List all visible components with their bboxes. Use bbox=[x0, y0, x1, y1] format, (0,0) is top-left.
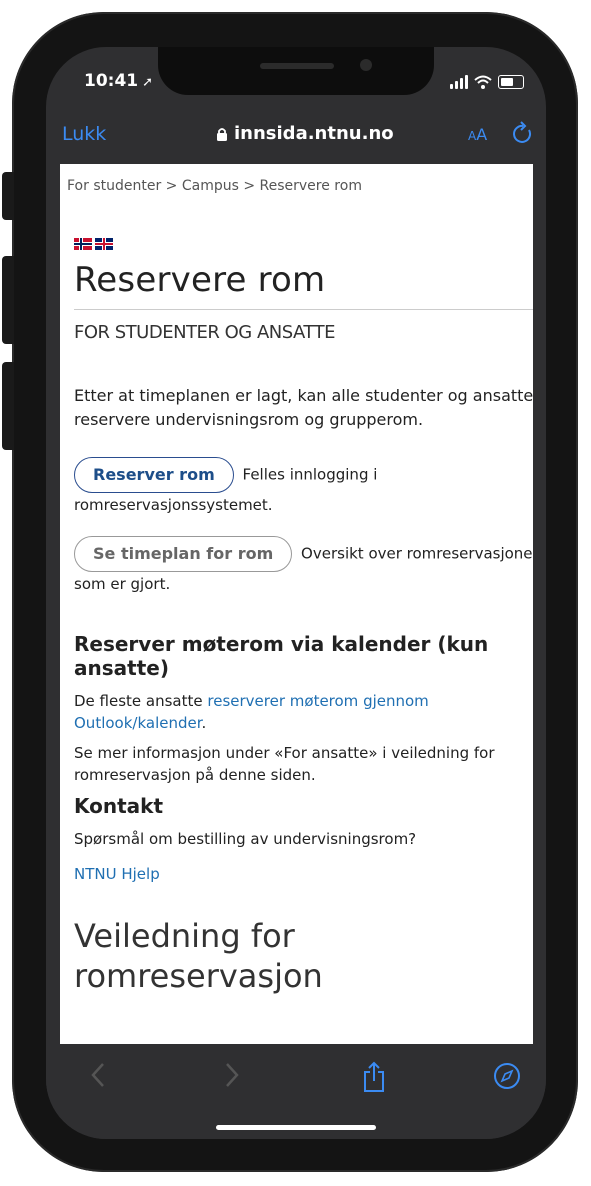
norwegian-flag-icon[interactable] bbox=[74, 238, 92, 250]
cellular-signal-icon bbox=[450, 75, 468, 89]
url-text: innsida.ntnu.no bbox=[234, 123, 394, 144]
address-bar[interactable]: innsida.ntnu.no bbox=[216, 123, 394, 144]
view-schedule-button[interactable]: Se timeplan for rom bbox=[74, 536, 293, 572]
title-divider bbox=[74, 309, 533, 310]
compass-icon[interactable] bbox=[492, 1061, 522, 1091]
lock-icon bbox=[217, 127, 227, 141]
schedule-row: Se timeplan for rom Oversikt over romres… bbox=[74, 536, 533, 596]
browser-bottom-bar bbox=[46, 1047, 546, 1139]
ntnu-help-link[interactable]: NTNU Hjelp bbox=[74, 863, 533, 885]
volume-up-button bbox=[2, 256, 14, 344]
language-switch[interactable] bbox=[74, 238, 113, 250]
browser-toolbar: Lukk innsida.ntnu.no AA bbox=[46, 109, 546, 161]
volume-down-button bbox=[2, 362, 14, 450]
uk-flag-icon[interactable] bbox=[95, 238, 113, 250]
page-title: Reservere rom bbox=[74, 260, 326, 300]
reserve-room-button[interactable]: Reserver rom bbox=[74, 457, 234, 493]
contact-heading: Kontakt bbox=[74, 794, 164, 818]
reload-icon[interactable] bbox=[512, 121, 534, 145]
reserve-row: Reserver rom Felles innlogging i romrese… bbox=[74, 457, 533, 517]
silent-switch bbox=[2, 172, 14, 220]
speaker bbox=[260, 63, 334, 69]
meeting-room-text: De fleste ansatte reserverer møterom gje… bbox=[74, 692, 429, 732]
status-time: 10:41 ➚ bbox=[84, 71, 154, 91]
web-page: For studenter > Campus > Reservere rom R… bbox=[60, 164, 533, 1044]
back-icon[interactable] bbox=[90, 1061, 106, 1089]
notch bbox=[158, 47, 434, 95]
intro-text: Etter at timeplanen er lagt, kan alle st… bbox=[74, 386, 533, 429]
text-size-button[interactable]: AA bbox=[468, 125, 487, 144]
breadcrumb[interactable]: For studenter > Campus > Reservere rom bbox=[67, 178, 362, 194]
more-info-text: Se mer informasjon under «For ansatte» i… bbox=[74, 744, 495, 784]
contact-question: Spørsmål om bestilling av undervisningsr… bbox=[74, 830, 417, 848]
home-indicator bbox=[216, 1125, 376, 1130]
battery-icon bbox=[498, 75, 524, 89]
guide-heading: Veiledning for romreservasjon bbox=[74, 917, 323, 995]
phone-screen: 10:41 ➚ Lukk innsida.ntnu.no AA For stud… bbox=[46, 47, 546, 1139]
page-subtitle: FOR STUDENTER OG ANSATTE bbox=[74, 322, 335, 343]
forward-icon[interactable] bbox=[224, 1061, 240, 1089]
share-icon[interactable] bbox=[362, 1061, 386, 1093]
status-bar: 10:41 ➚ bbox=[46, 47, 546, 109]
wifi-icon bbox=[474, 75, 492, 89]
meeting-room-heading: Reserver møterom via kalender (kun ansat… bbox=[74, 632, 489, 680]
camera bbox=[360, 59, 372, 71]
status-icons bbox=[450, 73, 524, 89]
close-button[interactable]: Lukk bbox=[62, 123, 106, 145]
location-arrow-icon: ➚ bbox=[142, 75, 154, 90]
